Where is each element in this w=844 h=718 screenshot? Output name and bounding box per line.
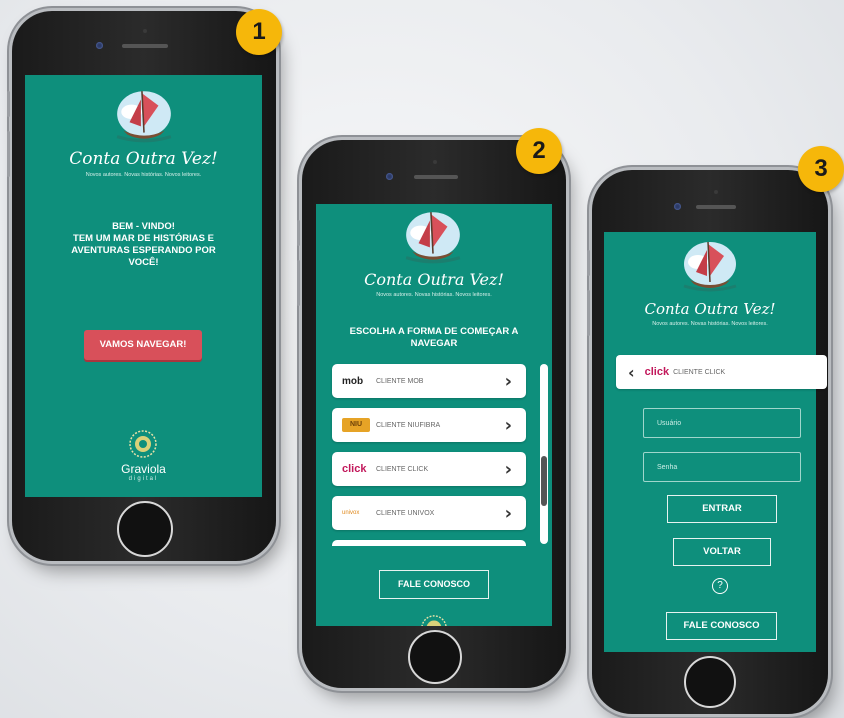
welcome-line: VOCÊ! (128, 257, 159, 268)
phone-2: Conta Outra Vez! Novos autores. Novas hi… (297, 140, 566, 688)
boat-logo-icon (116, 91, 172, 143)
welcome-line: AVENTURAS ESPERANDO POR (71, 245, 216, 256)
earpiece-speaker (122, 44, 168, 48)
login-button[interactable]: ENTRAR (667, 495, 777, 523)
home-button[interactable] (408, 630, 462, 684)
app-tagline: Novos autores. Novas histórias. Novos le… (652, 321, 768, 327)
click-logo-icon: click (342, 463, 367, 475)
provider-click-card[interactable]: click CLIENTE CLICK › (332, 452, 526, 486)
app-logo: Conta Outra Vez! Novos autores. Novas hi… (25, 149, 262, 178)
niufibra-logo-icon: NIU (342, 418, 370, 432)
front-camera (386, 173, 393, 180)
screen-welcome: Conta Outra Vez! Novos autores. Novas hi… (25, 75, 262, 497)
back-button[interactable]: VOLTAR (673, 538, 771, 566)
boat-logo-icon (405, 212, 461, 264)
username-input[interactable]: Usuário (643, 408, 801, 438)
boat-logo-icon (683, 241, 737, 292)
sensor-dot (143, 29, 147, 33)
app-tagline: Novos autores. Novas histórias. Novos le… (376, 292, 492, 298)
app-tagline: Novos autores. Novas histórias. Novos le… (85, 172, 202, 178)
chevron-right-icon: › (504, 502, 512, 524)
contact-us-button[interactable]: FALE CONOSCO (666, 612, 777, 640)
start-navigating-button[interactable]: VAMOS NAVEGAR! (84, 330, 202, 360)
phone-side-button (7, 91, 10, 117)
app-title: Conta Outra Vez! (364, 270, 504, 289)
click-logo-icon: click (644, 366, 670, 378)
mob-logo-icon: mob (342, 375, 364, 387)
step-badge-1: 1 (236, 9, 282, 55)
welcome-line: TEM UM MAR DE HISTÓRIAS E (73, 233, 214, 244)
list-scrollbar-track[interactable] (540, 364, 548, 544)
graviola-logo-icon (421, 615, 447, 626)
provider-niufibra-card[interactable]: NIU CLIENTE NIUFIBRA › (332, 408, 526, 442)
phone-side-button (587, 290, 590, 336)
provider-mob-card[interactable]: mob CLIENTE MOB › (332, 364, 526, 398)
app-logo: Conta Outra Vez! Novos autores. Novas hi… (604, 300, 816, 327)
app-logo: Conta Outra Vez! Novos autores. Novas hi… (316, 270, 552, 298)
front-camera (96, 42, 103, 49)
provider-label: CLIENTE NIUFIBRA (376, 421, 441, 429)
home-button[interactable] (117, 501, 173, 557)
app-title: Conta Outra Vez! (644, 300, 776, 318)
graviola-logo-icon (129, 430, 157, 458)
step-badge-2: 2 (516, 128, 562, 174)
home-button[interactable] (684, 656, 736, 708)
screen-login: Conta Outra Vez! Novos autores. Novas hi… (604, 232, 816, 652)
app-title: Conta Outra Vez! (69, 149, 218, 169)
graviola-brand: Graviola digital (25, 462, 262, 482)
provider-label: CLIENTE MOB (376, 377, 424, 385)
front-camera (674, 203, 681, 210)
help-icon[interactable]: ? (712, 578, 728, 594)
welcome-message: BEM - VINDO! TEM UM MAR DE HISTÓRIAS E A… (25, 221, 262, 269)
heading-line: NAVEGAR (410, 338, 458, 349)
graviola-sub: digital (128, 476, 159, 482)
phone-side-button (297, 220, 300, 246)
chevron-left-icon[interactable]: ‹ (628, 363, 635, 382)
welcome-line: BEM - VINDO! (112, 221, 175, 232)
list-scrollbar-thumb[interactable] (541, 456, 547, 506)
provider-univox-card[interactable]: univox CLIENTE UNIVOX › (332, 496, 526, 530)
phone-1: Conta Outra Vez! Novos autores. Novas hi… (7, 11, 276, 561)
sensor-dot (433, 160, 437, 164)
chevron-right-icon: › (504, 458, 512, 480)
chevron-right-icon: › (504, 414, 512, 436)
earpiece-speaker (414, 175, 458, 179)
provider-label: CLIENTE CLICK (376, 465, 429, 473)
provider-label: CLIENTE UNIVOX (376, 509, 435, 517)
contact-us-button[interactable]: FALE CONOSCO (379, 570, 489, 599)
univox-logo-icon: univox (342, 510, 360, 516)
selected-provider-bar[interactable]: ‹ click CLIENTE CLICK (616, 355, 827, 389)
earpiece-speaker (696, 205, 736, 209)
graviola-name: Graviola (121, 462, 166, 476)
password-input[interactable]: Senha (643, 452, 801, 482)
selected-provider-label: CLIENTE CLICK (673, 368, 726, 376)
sensor-dot (714, 190, 718, 194)
phone-side-button (587, 250, 590, 276)
phone-side-button (297, 260, 300, 306)
step-badge-3: 3 (798, 146, 844, 192)
screen-choose-provider: Conta Outra Vez! Novos autores. Novas hi… (316, 204, 552, 626)
phone-side-button (7, 131, 10, 177)
heading-line: ESCOLHA A FORMA DE COMEÇAR A (349, 326, 519, 337)
choose-heading: ESCOLHA A FORMA DE COMEÇAR A NAVEGAR (316, 326, 552, 350)
chevron-right-icon: › (504, 370, 512, 392)
